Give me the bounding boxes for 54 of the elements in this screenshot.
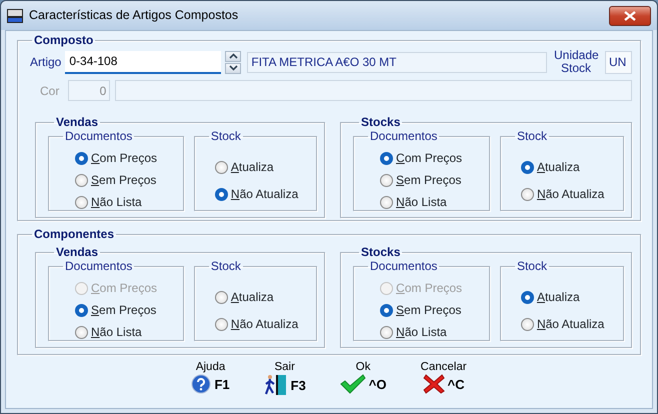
checkmark-icon	[340, 374, 366, 394]
group-title: Vendas	[55, 245, 100, 259]
radio-option[interactable]: Sem Preços	[75, 171, 175, 189]
group-title: Documentos	[369, 129, 438, 143]
toolbar-button[interactable]: Cancelar ^C	[416, 361, 471, 396]
cor-field: 0	[68, 80, 110, 101]
toolbar-button[interactable]: Ok ^O	[336, 361, 391, 396]
app-icon	[7, 8, 23, 22]
radio-option[interactable]: Não Atualiza	[520, 185, 615, 203]
radio-option[interactable]: Sem Preços	[380, 171, 481, 189]
radio-option: Com Preços	[380, 279, 481, 297]
field-label: Unidade Stock	[554, 49, 598, 75]
close-button[interactable]	[609, 6, 651, 26]
person-door-icon	[264, 374, 288, 396]
radio-option[interactable]: Sem Preços	[75, 301, 175, 319]
radio-option[interactable]: Atualiza	[214, 288, 308, 306]
group-title: Componentes	[33, 227, 116, 241]
field-label: Artigo	[30, 54, 62, 71]
group-title: Stock	[210, 129, 242, 143]
close-icon	[624, 10, 636, 20]
artigo-field[interactable]: 0-34-108	[65, 50, 222, 74]
radio-option[interactable]: Não Lista	[380, 323, 481, 341]
group-title: Stock	[210, 259, 242, 273]
group-title: Documentos	[369, 259, 438, 273]
radio-option[interactable]: Não Atualiza	[214, 185, 308, 203]
radio-option[interactable]: Não Lista	[75, 193, 175, 211]
radio-option[interactable]: Atualiza	[520, 288, 615, 306]
group-title: Documentos	[64, 259, 134, 273]
group-title: Documentos	[64, 129, 134, 143]
cross-icon	[422, 374, 445, 394]
group-title: Stocks	[360, 245, 402, 259]
radio-option[interactable]: Não Atualiza	[214, 315, 308, 333]
group-title: Stock	[516, 129, 548, 143]
radio-option[interactable]: Não Atualiza	[520, 315, 615, 333]
spin-button[interactable]	[225, 50, 242, 74]
group-title: Stocks	[360, 115, 402, 129]
radio-option: Com Preços	[75, 279, 175, 297]
group-title: Composto	[33, 33, 94, 47]
toolbar-button[interactable]: Sair F3	[260, 361, 310, 396]
radio-option[interactable]: Não Lista	[380, 193, 481, 211]
toolbar-button[interactable]: Ajuda F1	[187, 361, 234, 396]
unit-field: UN	[605, 50, 632, 74]
group-title: Vendas	[55, 115, 100, 129]
radio-option[interactable]: Sem Preços	[380, 301, 481, 319]
field-label: Cor	[40, 82, 60, 100]
radio-option[interactable]: Atualiza	[214, 158, 308, 176]
description-field: FITA METRICA A€O 30 MT	[247, 52, 547, 72]
radio-option[interactable]: Não Lista	[75, 323, 175, 341]
radio-option[interactable]: Com Preços	[75, 149, 175, 167]
group-title: Stock	[516, 259, 548, 273]
window-title: Características de Artigos Compostos	[29, 7, 238, 24]
radio-option[interactable]: Com Preços	[380, 149, 481, 167]
radio-option[interactable]: Atualiza	[520, 158, 615, 176]
help-icon	[191, 374, 212, 394]
